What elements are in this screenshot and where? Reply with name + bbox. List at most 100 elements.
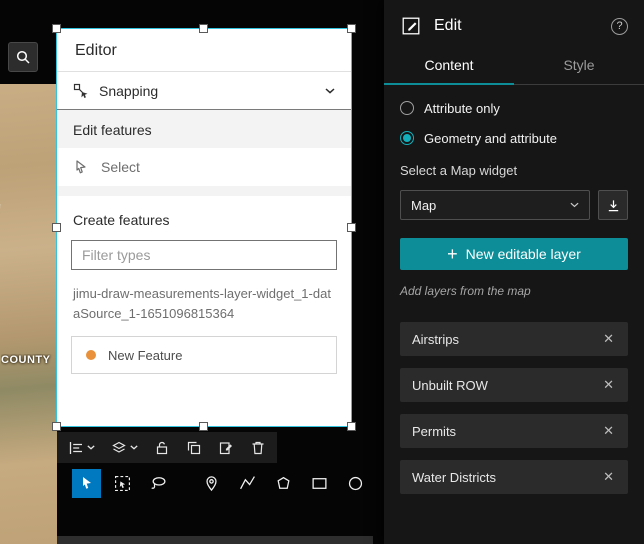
chevron-down-icon bbox=[130, 445, 138, 450]
download-icon bbox=[606, 198, 621, 213]
snapping-row[interactable]: Snapping bbox=[57, 72, 351, 110]
select-label: Select bbox=[101, 159, 140, 175]
new-editable-layer-label: New editable layer bbox=[465, 246, 581, 262]
remove-layer-icon[interactable]: ✕ bbox=[601, 421, 616, 441]
panel-title: Edit bbox=[434, 17, 462, 34]
save-template-button[interactable] bbox=[211, 435, 241, 461]
select-tool-row[interactable]: Select bbox=[57, 148, 351, 186]
selection-handle-bottom-left[interactable] bbox=[52, 422, 61, 431]
unlock-icon bbox=[154, 440, 170, 456]
add-layers-hint: Add layers from the map bbox=[400, 284, 531, 298]
map-label-county: COUNTY bbox=[1, 354, 51, 366]
import-layers-button[interactable] bbox=[598, 190, 628, 220]
polyline-tool-button[interactable] bbox=[233, 469, 262, 498]
align-icon bbox=[68, 440, 84, 456]
radio-attribute-only[interactable]: Attribute only bbox=[400, 99, 628, 117]
select-cursor-icon bbox=[73, 159, 89, 175]
rectangle-icon bbox=[311, 475, 328, 492]
chevron-down-icon bbox=[87, 445, 95, 450]
template-label: New Feature bbox=[108, 347, 183, 363]
page-edit-icon bbox=[218, 440, 234, 456]
map-widget-select[interactable]: Map bbox=[400, 190, 590, 220]
radio-label: Geometry and attribute bbox=[424, 130, 557, 146]
widget-toolbar bbox=[57, 432, 277, 463]
map-background bbox=[0, 84, 57, 544]
panel-header: Edit ? bbox=[384, 0, 644, 49]
rectangle-tool-button[interactable] bbox=[305, 469, 334, 498]
snapping-label: Snapping bbox=[99, 82, 159, 99]
radio-geometry-and-attribute[interactable]: Geometry and attribute bbox=[400, 129, 628, 147]
create-features-heading: Create features bbox=[73, 212, 170, 228]
selection-handle-top-right[interactable] bbox=[347, 24, 356, 33]
cursor-icon bbox=[79, 475, 95, 491]
lasso-select-tool-button[interactable] bbox=[144, 469, 173, 498]
layer-name: Water Districts bbox=[412, 469, 497, 485]
marquee-select-icon bbox=[114, 475, 131, 492]
selection-handle-bottom-center[interactable] bbox=[199, 422, 208, 431]
layer-item-water-districts[interactable]: Water Districts ✕ bbox=[400, 460, 628, 494]
map-widget-select-value: Map bbox=[411, 197, 437, 213]
settings-panel: Edit ? Content Style Attribute only Geom… bbox=[384, 0, 644, 544]
selection-handle-mid-right[interactable] bbox=[347, 223, 356, 232]
edit-features-section: Edit features Select bbox=[57, 110, 351, 196]
panel-body: Attribute only Geometry and attribute Se… bbox=[384, 85, 644, 506]
editor-widget: Editor Snapping Edit features Select Cre… bbox=[57, 29, 351, 426]
help-icon[interactable]: ? bbox=[611, 17, 628, 35]
layer-item-airstrips[interactable]: Airstrips ✕ bbox=[400, 322, 628, 356]
point-tool-button[interactable] bbox=[197, 469, 226, 498]
radio-selected-icon bbox=[400, 131, 414, 145]
chevron-down-icon bbox=[325, 87, 335, 94]
feature-symbol-dot bbox=[86, 350, 96, 361]
layer-item-permits[interactable]: Permits ✕ bbox=[400, 414, 628, 448]
select-map-widget-label: Select a Map widget bbox=[400, 163, 518, 178]
selection-handle-top-center[interactable] bbox=[199, 24, 208, 33]
snapping-icon bbox=[73, 83, 89, 99]
edit-features-heading: Edit features bbox=[73, 122, 152, 138]
layer-name: Unbuilt ROW bbox=[412, 377, 488, 393]
circle-icon bbox=[347, 475, 364, 492]
selection-handle-bottom-right[interactable] bbox=[347, 422, 356, 431]
polyline-icon bbox=[239, 475, 256, 492]
remove-layer-icon[interactable]: ✕ bbox=[601, 329, 616, 349]
app-root: COUNTY Editor Snapping Edit features Sel… bbox=[0, 0, 644, 544]
order-dropdown-button[interactable] bbox=[104, 435, 145, 461]
filter-types-input[interactable] bbox=[71, 240, 337, 270]
layer-name: Permits bbox=[412, 423, 457, 439]
layers-icon bbox=[111, 440, 127, 456]
selection-handle-top-left[interactable] bbox=[52, 24, 61, 33]
rectangle-select-tool-button[interactable] bbox=[108, 469, 137, 498]
tab-style[interactable]: Style bbox=[514, 49, 644, 84]
chevron-down-icon bbox=[570, 202, 579, 208]
radio-label: Attribute only bbox=[424, 100, 500, 116]
radio-unselected-icon bbox=[400, 101, 414, 115]
selection-handle-mid-left[interactable] bbox=[52, 223, 61, 232]
align-dropdown-button[interactable] bbox=[61, 435, 102, 461]
pointer-tool-button[interactable] bbox=[72, 468, 101, 498]
map-widget-row: Map bbox=[400, 190, 628, 220]
edit-widget-icon bbox=[400, 15, 422, 37]
search-icon bbox=[15, 49, 31, 65]
lasso-icon bbox=[150, 475, 167, 492]
duplicate-button[interactable] bbox=[179, 435, 209, 461]
panel-tabs: Content Style bbox=[384, 49, 644, 85]
copy-icon bbox=[186, 440, 202, 456]
unlock-button[interactable] bbox=[147, 435, 177, 461]
polygon-tool-button[interactable] bbox=[269, 469, 298, 498]
circle-tool-button[interactable] bbox=[341, 469, 370, 498]
datasource-name: jimu-draw-measurements-layer-widget_1-da… bbox=[73, 286, 331, 322]
search-button[interactable] bbox=[8, 42, 38, 72]
new-editable-layer-button[interactable]: + New editable layer bbox=[400, 238, 628, 270]
new-feature-template[interactable]: New Feature bbox=[71, 336, 337, 375]
layer-name: Airstrips bbox=[412, 331, 459, 347]
pin-icon bbox=[203, 475, 220, 492]
delete-button[interactable] bbox=[243, 435, 273, 461]
plus-icon: + bbox=[447, 244, 458, 264]
tab-content[interactable]: Content bbox=[384, 49, 514, 85]
draw-toolbar bbox=[72, 466, 370, 500]
map-bottom-strip bbox=[57, 536, 373, 544]
remove-layer-icon[interactable]: ✕ bbox=[601, 467, 616, 487]
layer-item-unbuilt-row[interactable]: Unbuilt ROW ✕ bbox=[400, 368, 628, 402]
builder-canvas: COUNTY Editor Snapping Edit features Sel… bbox=[0, 0, 384, 544]
editor-widget-title: Editor bbox=[57, 29, 351, 72]
remove-layer-icon[interactable]: ✕ bbox=[601, 375, 616, 395]
